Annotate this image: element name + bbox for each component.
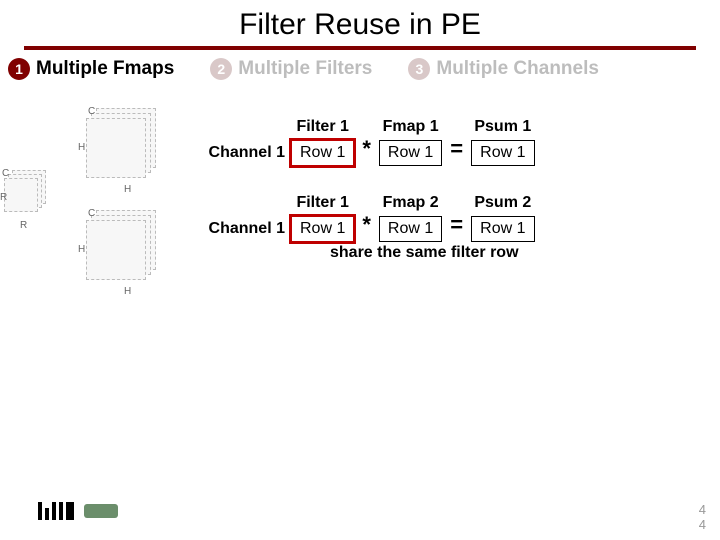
subhead-row: 1 Multiple Fmaps 2 Multiple Filters 3 Mu… <box>0 58 720 80</box>
subhead-1-label: Multiple Fmaps <box>36 58 174 80</box>
fmap-head-2: Fmap 2 <box>383 194 439 212</box>
star-op-1: * <box>360 136 373 166</box>
left-diagrams: C R R C H H C H H <box>0 120 220 320</box>
dim-C-1: C <box>2 168 9 179</box>
psum-block-1: Psum 1 Row 1 <box>471 118 534 166</box>
filter-head-2: Filter 1 <box>296 194 348 212</box>
dim-H-4: H <box>124 286 131 297</box>
fmap-head-1: Fmap 1 <box>383 118 439 136</box>
fmap-row-1: Row 1 <box>379 140 442 166</box>
num-circle-2: 2 <box>210 58 232 80</box>
channel-label-2: Channel 1 <box>200 220 285 242</box>
channel-label-1: Channel 1 <box>200 144 285 166</box>
dim-C-3: C <box>88 208 95 219</box>
eq-row-1: Channel 1 Filter 1 Row 1 * Fmap 1 Row 1 … <box>200 118 710 166</box>
filter-head-1: Filter 1 <box>296 118 348 136</box>
dim-C-2: C <box>88 106 95 117</box>
fmap-row-2: Row 1 <box>379 216 442 242</box>
page-a: 4 <box>699 503 706 517</box>
page-number: 4 4 <box>699 503 706 532</box>
filter-block-1: Filter 1 Row 1 <box>291 118 354 166</box>
eq-op-1: = <box>448 136 465 166</box>
eq-op-2: = <box>448 212 465 242</box>
filter-row-1: Row 1 <box>291 140 354 166</box>
page-b: 4 <box>699 518 706 532</box>
green-lozenge-icon <box>84 504 118 518</box>
fmap-block-2: Fmap 2 Row 1 <box>379 194 442 242</box>
fmap-block-1: Fmap 1 Row 1 <box>379 118 442 166</box>
mit-logo <box>38 502 118 520</box>
psum-row-1: Row 1 <box>471 140 534 166</box>
dim-R-2: R <box>20 220 27 231</box>
eq-row-2: Channel 1 Filter 1 Row 1 * Fmap 2 Row 1 … <box>200 194 710 242</box>
title-underline <box>24 46 696 50</box>
dim-H-3: H <box>78 244 85 255</box>
subhead-2-label: Multiple Filters <box>238 58 372 80</box>
subhead-2: 2 Multiple Filters <box>210 58 372 80</box>
dim-H-2: H <box>124 184 131 195</box>
num-circle-1: 1 <box>8 58 30 80</box>
num-circle-3: 3 <box>408 58 430 80</box>
star-op-2: * <box>360 212 373 242</box>
subhead-3: 3 Multiple Channels <box>408 58 599 80</box>
psum-head-2: Psum 2 <box>474 194 531 212</box>
slide-title: Filter Reuse in PE <box>0 0 720 46</box>
share-text: share the same filter row <box>330 244 710 262</box>
psum-block-2: Psum 2 Row 1 <box>471 194 534 242</box>
subhead-3-label: Multiple Channels <box>436 58 599 80</box>
psum-head-1: Psum 1 <box>474 118 531 136</box>
dim-R-1: R <box>0 192 7 203</box>
filter-row-2: Row 1 <box>291 216 354 242</box>
mit-bars-icon <box>38 502 74 520</box>
equations: Channel 1 Filter 1 Row 1 * Fmap 1 Row 1 … <box>200 118 710 262</box>
psum-row-2: Row 1 <box>471 216 534 242</box>
subhead-1: 1 Multiple Fmaps <box>8 58 174 80</box>
filter-block-2: Filter 1 Row 1 <box>291 194 354 242</box>
dim-H-1: H <box>78 142 85 153</box>
